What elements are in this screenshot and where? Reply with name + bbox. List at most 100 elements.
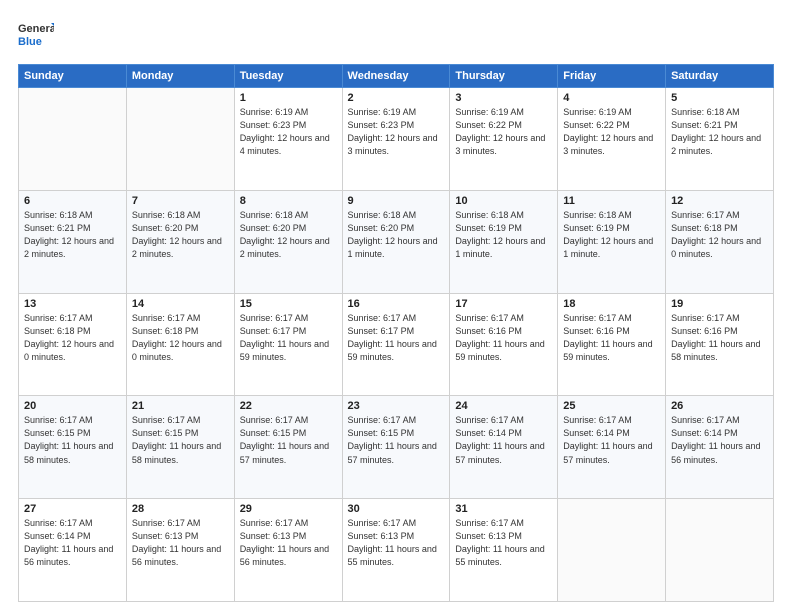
calendar-cell: 7 Sunrise: 6:18 AM Sunset: 6:20 PM Daylig… <box>126 190 234 293</box>
day-number: 24 <box>455 400 552 412</box>
calendar-header-monday: Monday <box>126 65 234 88</box>
calendar-header-row: SundayMondayTuesdayWednesdayThursdayFrid… <box>19 65 774 88</box>
day-number: 13 <box>24 298 121 310</box>
calendar-header-sunday: Sunday <box>19 65 127 88</box>
logo: General Blue <box>18 18 54 54</box>
calendar-cell: 5 Sunrise: 6:18 AM Sunset: 6:21 PM Daylig… <box>666 88 774 191</box>
calendar-cell: 2 Sunrise: 6:19 AM Sunset: 6:23 PM Daylig… <box>342 88 450 191</box>
calendar-cell: 20 Sunrise: 6:17 AM Sunset: 6:15 PM Dayli… <box>19 396 127 499</box>
day-info: Sunrise: 6:17 AM Sunset: 6:18 PM Dayligh… <box>132 312 229 364</box>
calendar-cell: 12 Sunrise: 6:17 AM Sunset: 6:18 PM Dayli… <box>666 190 774 293</box>
day-info: Sunrise: 6:18 AM Sunset: 6:21 PM Dayligh… <box>671 106 768 158</box>
day-number: 8 <box>240 195 337 207</box>
svg-text:Blue: Blue <box>18 36 42 48</box>
calendar-header-wednesday: Wednesday <box>342 65 450 88</box>
day-number: 14 <box>132 298 229 310</box>
day-number: 16 <box>348 298 445 310</box>
day-info: Sunrise: 6:19 AM Sunset: 6:23 PM Dayligh… <box>240 106 337 158</box>
day-info: Sunrise: 6:17 AM Sunset: 6:15 PM Dayligh… <box>348 414 445 466</box>
calendar-cell: 6Sunrise: 6:18 AM Sunset: 6:21 PM Daylig… <box>19 190 127 293</box>
day-number: 1 <box>240 92 337 104</box>
calendar-cell: 15 Sunrise: 6:17 AM Sunset: 6:17 PM Dayli… <box>234 293 342 396</box>
day-info: Sunrise: 6:17 AM Sunset: 6:14 PM Dayligh… <box>455 414 552 466</box>
header: General Blue <box>18 18 774 54</box>
calendar-cell: 3 Sunrise: 6:19 AM Sunset: 6:22 PM Daylig… <box>450 88 558 191</box>
calendar-week-2: 6Sunrise: 6:18 AM Sunset: 6:21 PM Daylig… <box>19 190 774 293</box>
calendar-header-friday: Friday <box>558 65 666 88</box>
calendar-cell: 17Sunrise: 6:17 AM Sunset: 6:16 PM Dayli… <box>450 293 558 396</box>
day-info: Sunrise: 6:18 AM Sunset: 6:21 PM Dayligh… <box>24 209 121 261</box>
calendar-cell: 10 Sunrise: 6:18 AM Sunset: 6:19 PM Dayli… <box>450 190 558 293</box>
day-info: Sunrise: 6:17 AM Sunset: 6:14 PM Dayligh… <box>563 414 660 466</box>
day-number: 19 <box>671 298 768 310</box>
calendar-week-3: 13 Sunrise: 6:17 AM Sunset: 6:18 PM Dayli… <box>19 293 774 396</box>
calendar-cell: 25 Sunrise: 6:17 AM Sunset: 6:14 PM Dayli… <box>558 396 666 499</box>
calendar-cell: 23 Sunrise: 6:17 AM Sunset: 6:15 PM Dayli… <box>342 396 450 499</box>
day-info: Sunrise: 6:19 AM Sunset: 6:22 PM Dayligh… <box>563 106 660 158</box>
calendar-header-saturday: Saturday <box>666 65 774 88</box>
day-info: Sunrise: 6:17 AM Sunset: 6:16 PM Dayligh… <box>563 312 660 364</box>
calendar-cell: 1 Sunrise: 6:19 AM Sunset: 6:23 PM Daylig… <box>234 88 342 191</box>
day-info: Sunrise: 6:17 AM Sunset: 6:13 PM Dayligh… <box>240 517 337 569</box>
day-info: Sunrise: 6:19 AM Sunset: 6:22 PM Dayligh… <box>455 106 552 158</box>
calendar-cell: 14 Sunrise: 6:17 AM Sunset: 6:18 PM Dayli… <box>126 293 234 396</box>
svg-text:General: General <box>18 23 54 35</box>
day-info: Sunrise: 6:17 AM Sunset: 6:16 PM Dayligh… <box>671 312 768 364</box>
day-info: Sunrise: 6:17 AM Sunset: 6:14 PM Dayligh… <box>24 517 121 569</box>
calendar-cell <box>126 88 234 191</box>
day-number: 3 <box>455 92 552 104</box>
page: General Blue SundayMondayTuesdayWednesda… <box>0 0 792 612</box>
day-info: Sunrise: 6:18 AM Sunset: 6:20 PM Dayligh… <box>132 209 229 261</box>
day-info: Sunrise: 6:19 AM Sunset: 6:23 PM Dayligh… <box>348 106 445 158</box>
calendar-cell: 28 Sunrise: 6:17 AM Sunset: 6:13 PM Dayli… <box>126 499 234 602</box>
day-info: Sunrise: 6:18 AM Sunset: 6:19 PM Dayligh… <box>455 209 552 261</box>
calendar-week-4: 20 Sunrise: 6:17 AM Sunset: 6:15 PM Dayli… <box>19 396 774 499</box>
calendar-cell: 21Sunrise: 6:17 AM Sunset: 6:15 PM Dayli… <box>126 396 234 499</box>
day-number: 26 <box>671 400 768 412</box>
day-info: Sunrise: 6:17 AM Sunset: 6:15 PM Dayligh… <box>24 414 121 466</box>
day-number: 12 <box>671 195 768 207</box>
day-info: Sunrise: 6:17 AM Sunset: 6:13 PM Dayligh… <box>132 517 229 569</box>
day-number: 30 <box>348 503 445 515</box>
day-info: Sunrise: 6:17 AM Sunset: 6:14 PM Dayligh… <box>671 414 768 466</box>
calendar-cell: 19 Sunrise: 6:17 AM Sunset: 6:16 PM Dayli… <box>666 293 774 396</box>
day-number: 18 <box>563 298 660 310</box>
calendar-week-5: 27Sunrise: 6:17 AM Sunset: 6:14 PM Dayli… <box>19 499 774 602</box>
day-info: Sunrise: 6:17 AM Sunset: 6:13 PM Dayligh… <box>348 517 445 569</box>
day-number: 25 <box>563 400 660 412</box>
calendar-cell: 31Sunrise: 6:17 AM Sunset: 6:13 PM Dayli… <box>450 499 558 602</box>
calendar-cell: 27Sunrise: 6:17 AM Sunset: 6:14 PM Dayli… <box>19 499 127 602</box>
calendar-cell: 24 Sunrise: 6:17 AM Sunset: 6:14 PM Dayli… <box>450 396 558 499</box>
calendar-cell: 8Sunrise: 6:18 AM Sunset: 6:20 PM Daylig… <box>234 190 342 293</box>
day-number: 23 <box>348 400 445 412</box>
day-number: 10 <box>455 195 552 207</box>
generalblue-logo-icon: General Blue <box>18 18 54 54</box>
calendar-cell: 4Sunrise: 6:19 AM Sunset: 6:22 PM Daylig… <box>558 88 666 191</box>
calendar-header-tuesday: Tuesday <box>234 65 342 88</box>
day-number: 9 <box>348 195 445 207</box>
calendar-cell <box>558 499 666 602</box>
day-number: 20 <box>24 400 121 412</box>
calendar-body: 1 Sunrise: 6:19 AM Sunset: 6:23 PM Daylig… <box>19 88 774 602</box>
calendar-cell: 26 Sunrise: 6:17 AM Sunset: 6:14 PM Dayli… <box>666 396 774 499</box>
day-info: Sunrise: 6:17 AM Sunset: 6:17 PM Dayligh… <box>348 312 445 364</box>
calendar-cell: 22 Sunrise: 6:17 AM Sunset: 6:15 PM Dayli… <box>234 396 342 499</box>
day-number: 28 <box>132 503 229 515</box>
day-number: 17 <box>455 298 552 310</box>
calendar-cell: 29 Sunrise: 6:17 AM Sunset: 6:13 PM Dayli… <box>234 499 342 602</box>
day-info: Sunrise: 6:17 AM Sunset: 6:17 PM Dayligh… <box>240 312 337 364</box>
day-number: 15 <box>240 298 337 310</box>
day-number: 2 <box>348 92 445 104</box>
day-number: 5 <box>671 92 768 104</box>
calendar-cell: 18 Sunrise: 6:17 AM Sunset: 6:16 PM Dayli… <box>558 293 666 396</box>
day-number: 29 <box>240 503 337 515</box>
day-info: Sunrise: 6:17 AM Sunset: 6:18 PM Dayligh… <box>671 209 768 261</box>
day-number: 7 <box>132 195 229 207</box>
day-info: Sunrise: 6:18 AM Sunset: 6:20 PM Dayligh… <box>348 209 445 261</box>
calendar-cell: 13Sunrise: 6:17 AM Sunset: 6:18 PM Dayli… <box>19 293 127 396</box>
day-number: 22 <box>240 400 337 412</box>
calendar-week-1: 1 Sunrise: 6:19 AM Sunset: 6:23 PM Daylig… <box>19 88 774 191</box>
day-info: Sunrise: 6:17 AM Sunset: 6:15 PM Dayligh… <box>240 414 337 466</box>
day-number: 11 <box>563 195 660 207</box>
calendar-cell: 11Sunrise: 6:18 AM Sunset: 6:19 PM Dayli… <box>558 190 666 293</box>
